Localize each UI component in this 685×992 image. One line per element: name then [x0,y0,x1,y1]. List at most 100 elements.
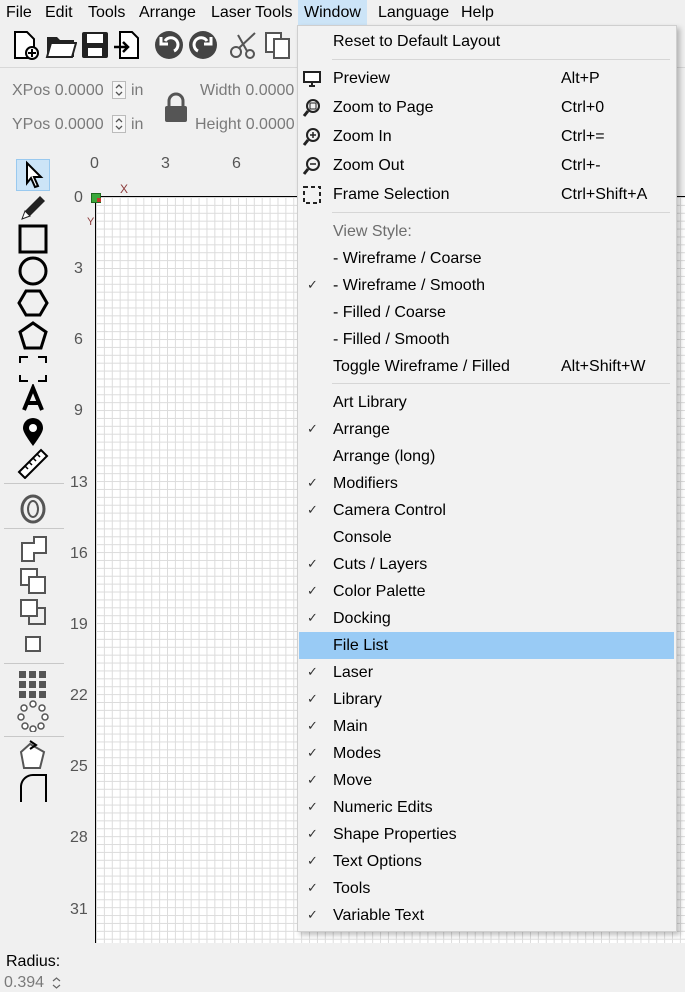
menu-item-zoom-in[interactable]: Zoom In Ctrl+= [299,123,674,150]
open-folder-icon[interactable] [45,29,78,61]
cut-icon[interactable] [228,29,260,61]
lock-icon[interactable] [163,92,189,124]
weld-icon[interactable] [16,533,50,565]
ypos-field[interactable]: YPos 0.0000 [12,116,104,134]
check-icon: ✓ [307,475,318,490]
menu-laser-tools[interactable]: Laser Tools [211,4,293,22]
menu-item-panel-art-library[interactable]: Art Library [299,389,674,416]
pentagon-tool-icon[interactable] [16,320,50,352]
menu-tools[interactable]: Tools [88,4,125,22]
menu-item-panel-laser[interactable]: ✓ Laser [299,659,674,686]
menu-item-filled-coarse[interactable]: - Filled / Coarse [299,299,674,326]
menu-item-panel-console[interactable]: Console [299,524,674,551]
menu-arrange[interactable]: Arrange [139,4,196,22]
boolean-subtract-icon[interactable] [16,596,50,628]
menu-bar: File Edit Tools Arrange Laser Tools Wind… [0,0,685,26]
xpos-spinner-icon[interactable] [112,81,126,99]
import-icon[interactable] [112,29,144,61]
tools-separator [4,483,64,484]
menu-item-panel-arrange[interactable]: ✓ Arrange [299,416,674,443]
width-field[interactable]: Width 0.0000 [200,82,294,100]
redo-icon[interactable] [187,29,219,61]
copy-icon[interactable] [262,29,294,61]
ruler-tick: 6 [232,155,241,172]
menu-language[interactable]: Language [378,4,449,22]
menu-item-zoom-out[interactable]: Zoom Out Ctrl+- [299,152,674,179]
select-tool-icon[interactable] [16,159,50,191]
menu-item-panel-camera-control[interactable]: ✓ Camera Control [299,497,674,524]
ruler-tick: 16 [70,545,88,562]
check-icon: ✓ [307,826,318,841]
menu-edit[interactable]: Edit [45,4,73,22]
frame-selection-icon [303,186,321,204]
menu-file[interactable]: File [6,4,32,22]
menu-item-panel-text-options[interactable]: ✓ Text Options [299,848,674,875]
offset-tool-icon[interactable] [16,493,50,525]
menu-item-label: Cuts / Layers [333,556,428,573]
menu-window[interactable]: Window [298,0,367,26]
grid-array-icon[interactable] [16,668,50,700]
menu-item-panel-file-list[interactable]: File List [299,632,674,659]
node-edit-icon[interactable] [16,740,50,772]
menu-item-label: Console [333,529,392,546]
menu-item-panel-modes[interactable]: ✓ Modes [299,740,674,767]
polygon-tool-icon[interactable] [16,287,50,319]
menu-separator [332,212,670,213]
menu-item-panel-shape-properties[interactable]: ✓ Shape Properties [299,821,674,848]
measure-tool-icon[interactable] [16,447,50,480]
menu-help[interactable]: Help [461,4,494,22]
menu-separator [332,59,670,60]
menu-item-panel-docking[interactable]: ✓ Docking [299,605,674,632]
menu-item-label: Tools [333,880,371,897]
check-icon: ✓ [307,610,318,625]
menu-item-label: Variable Text [333,907,425,924]
text-tool-icon[interactable] [16,382,50,416]
menu-item-toggle-wireframe[interactable]: Toggle Wireframe / Filled Alt+Shift+W [299,353,674,380]
xpos-unit: in [131,82,144,99]
rectangle-tool-icon[interactable] [16,223,50,255]
menu-item-frame-selection[interactable]: Frame Selection Ctrl+Shift+A [299,181,674,208]
new-file-icon[interactable] [9,29,41,61]
xpos-field[interactable]: XPos 0.0000 [12,82,104,100]
menu-item-reset-layout[interactable]: Reset to Default Layout [299,28,674,55]
ruler-tick: 6 [74,331,83,348]
menu-item-panel-move[interactable]: ✓ Move [299,767,674,794]
ruler-tick: 28 [70,829,88,846]
origin-dot [97,198,101,202]
menu-item-panel-variable-text[interactable]: ✓ Variable Text [299,902,674,929]
ypos-spinner-icon[interactable] [112,115,126,133]
menu-item-panel-main[interactable]: ✓ Main [299,713,674,740]
ellipse-tool-icon[interactable] [16,255,50,287]
check-icon: ✓ [307,691,318,706]
radius-field[interactable]: 0.394 [4,974,44,992]
menu-item-panel-numeric-edits[interactable]: ✓ Numeric Edits [299,794,674,821]
boolean-union-icon[interactable] [16,565,50,597]
menu-item-wireframe-smooth[interactable]: ✓ - Wireframe / Smooth [299,272,674,299]
ruler-tick: 25 [70,758,88,775]
check-icon: ✓ [307,718,318,733]
menu-item-preview[interactable]: Preview Alt+P [299,65,674,92]
menu-item-label: Library [333,691,382,708]
menu-item-label: Text Options [333,853,422,870]
undo-icon[interactable] [153,29,185,61]
menu-item-panel-library[interactable]: ✓ Library [299,686,674,713]
menu-item-filled-smooth[interactable]: - Filled / Smooth [299,326,674,353]
menu-item-panel-modifiers[interactable]: ✓ Modifiers [299,470,674,497]
menu-item-panel-cuts-layers[interactable]: ✓ Cuts / Layers [299,551,674,578]
pencil-tool-icon[interactable] [16,191,50,223]
menu-item-zoom-to-page[interactable]: Zoom to Page Ctrl+0 [299,94,674,121]
menu-item-wireframe-coarse[interactable]: - Wireframe / Coarse [299,245,674,272]
circular-array-icon[interactable] [16,700,50,733]
menu-item-panel-arrange-long[interactable]: Arrange (long) [299,443,674,470]
menu-separator [332,383,670,384]
menu-item-panel-tools[interactable]: ✓ Tools [299,875,674,902]
menu-item-panel-color-palette[interactable]: ✓ Color Palette [299,578,674,605]
left-ruler: 0 3 6 9 13 16 19 22 25 28 31 [68,180,95,942]
save-icon[interactable] [79,29,111,61]
position-pin-icon[interactable] [16,416,50,448]
boolean-intersect-icon[interactable] [16,628,50,660]
frame-tool-icon[interactable] [16,353,50,385]
height-field[interactable]: Height 0.0000 [195,116,295,134]
radius-spinner-icon[interactable] [50,974,63,992]
corner-radius-icon[interactable] [16,772,50,804]
